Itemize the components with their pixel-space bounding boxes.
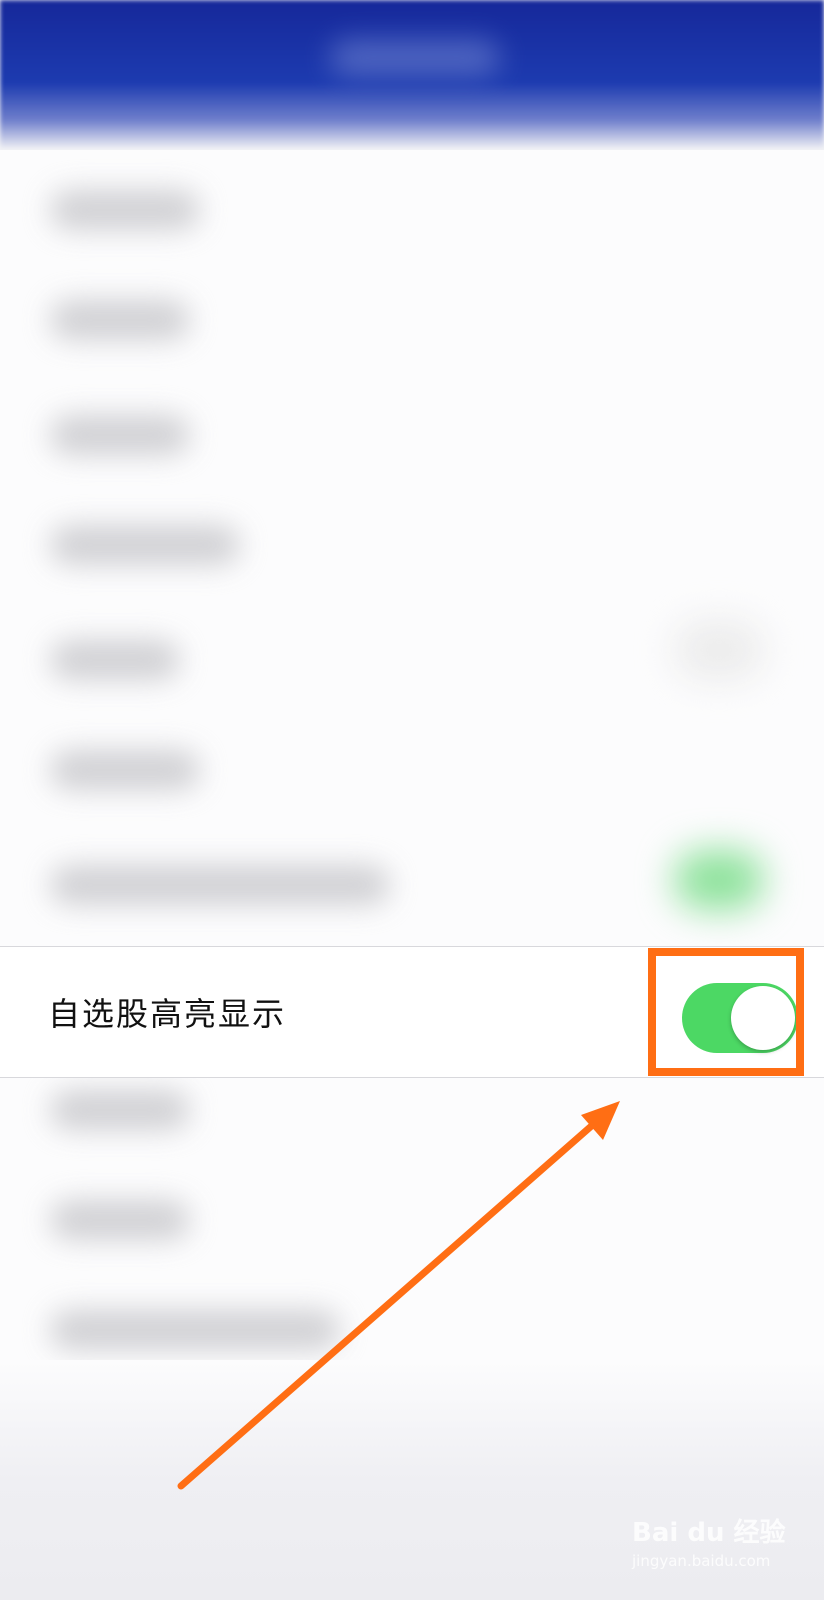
watermark-brand: Bai du 经验 — [632, 1518, 786, 1548]
watermark-url: jingyan.baidu.com — [632, 1552, 771, 1570]
annotation-arrow — [177, 1101, 620, 1490]
baidu-jingyan-watermark: Bai du 经验 jingyan.baidu.com — [632, 1512, 792, 1592]
arrow-shaft — [177, 1118, 600, 1490]
